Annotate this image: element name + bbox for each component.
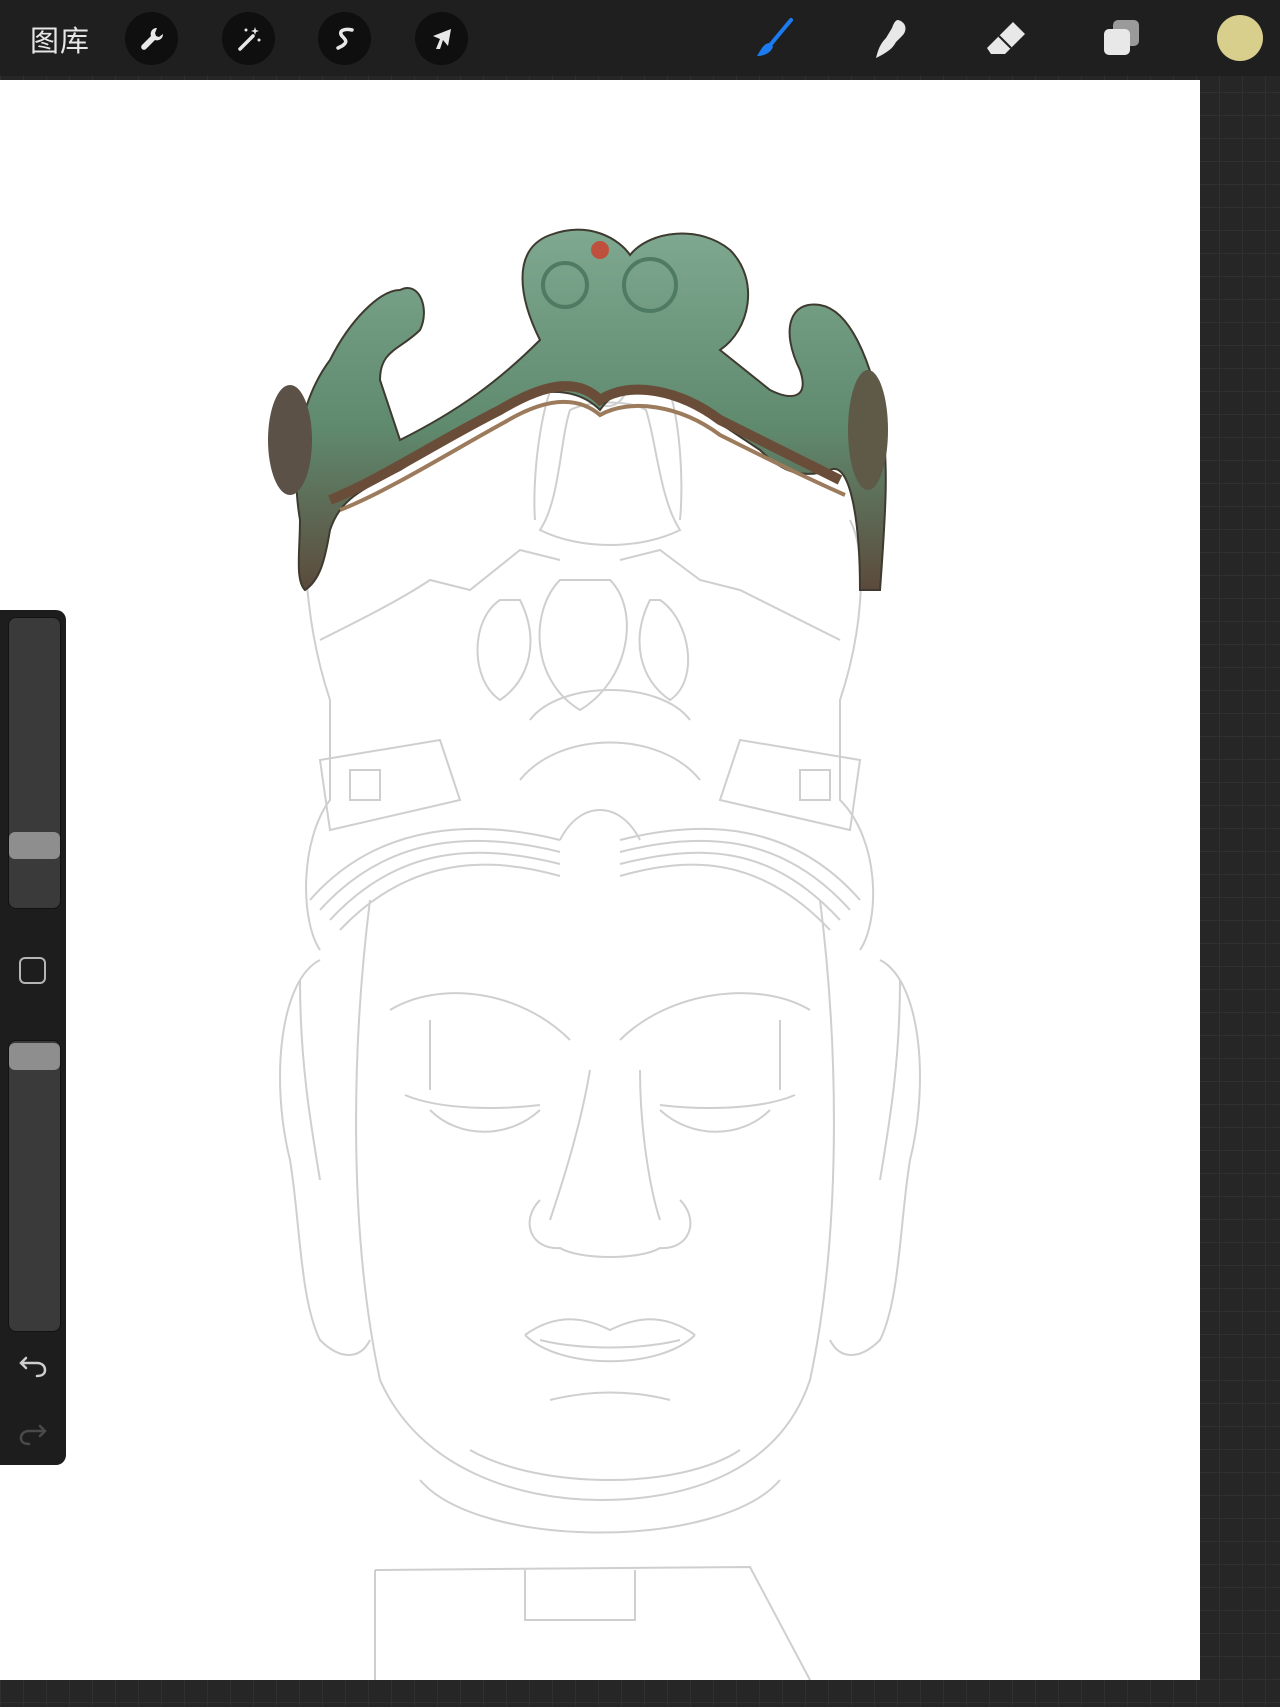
actions-button[interactable]	[125, 12, 178, 65]
color-picker-swatch[interactable]	[1217, 15, 1263, 61]
smudge-tool[interactable]	[866, 14, 916, 64]
opacity-slider[interactable]	[8, 1040, 61, 1332]
brush-icon	[757, 18, 793, 56]
wrench-icon	[140, 27, 163, 50]
drawing-canvas[interactable]	[0, 80, 1200, 1680]
selection-button[interactable]	[318, 12, 371, 65]
crown-artwork	[268, 228, 888, 592]
layers-tool[interactable]	[1097, 14, 1147, 64]
transform-button[interactable]	[415, 12, 468, 65]
eraser-icon	[987, 22, 1025, 54]
arrow-cursor-icon	[432, 28, 451, 49]
smudge-icon	[876, 20, 906, 58]
square-modify-icon[interactable]	[19, 957, 46, 984]
magic-wand-icon	[237, 26, 260, 51]
left-sidebar	[0, 610, 66, 1465]
redo-icon[interactable]	[17, 1416, 49, 1448]
gallery-button[interactable]: 图库	[30, 18, 90, 60]
selection-s-icon	[335, 27, 354, 50]
line-art-drawing	[268, 228, 921, 1680]
layers-icon	[1104, 20, 1139, 55]
brush-tool[interactable]	[749, 14, 799, 64]
undo-icon[interactable]	[17, 1348, 49, 1380]
eraser-tool[interactable]	[981, 14, 1031, 64]
brush-size-slider[interactable]	[8, 617, 61, 909]
opacity-thumb[interactable]	[9, 1043, 60, 1070]
adjustments-button[interactable]	[222, 12, 275, 65]
top-toolbar: 图库	[0, 0, 1280, 76]
brush-size-thumb[interactable]	[9, 832, 60, 859]
